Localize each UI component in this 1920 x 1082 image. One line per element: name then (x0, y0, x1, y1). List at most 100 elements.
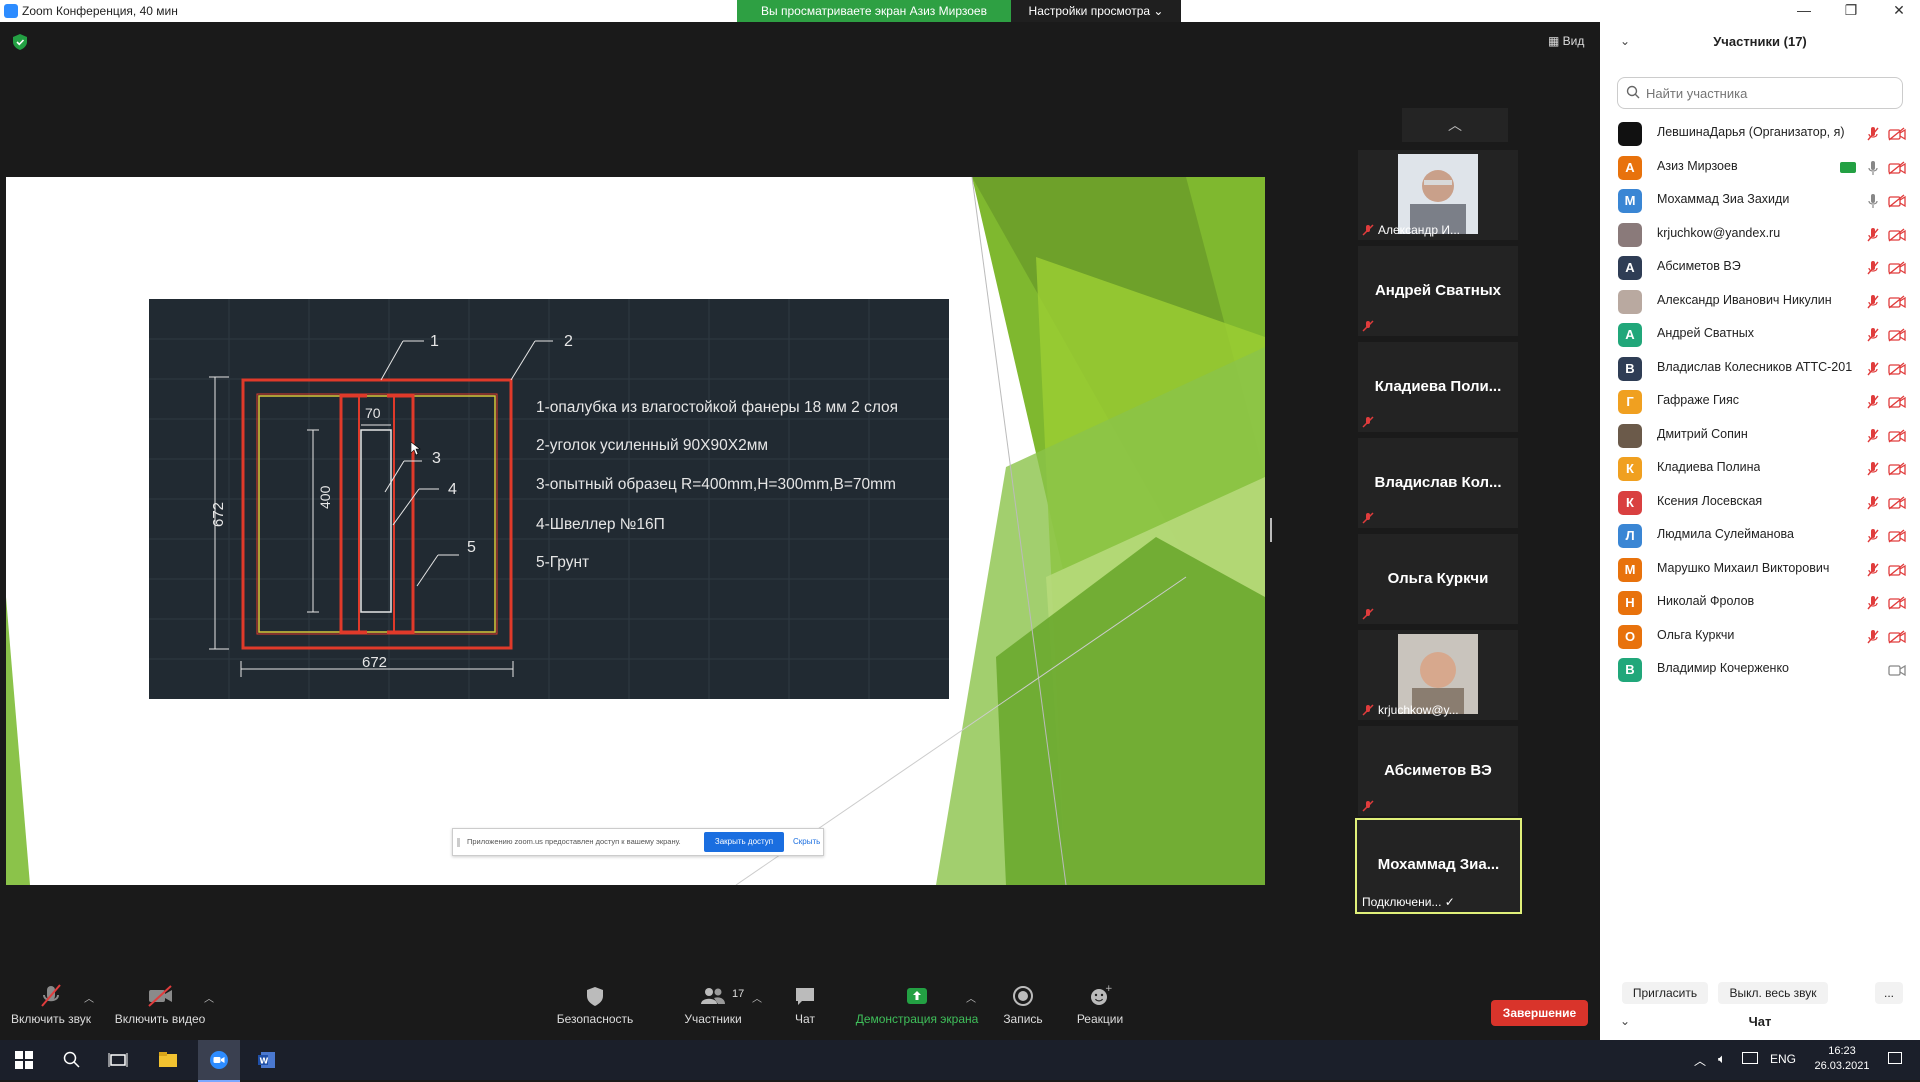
video-off-icon[interactable] (1888, 395, 1906, 409)
participant-thumbnail[interactable]: krjuchkow@y... (1358, 630, 1518, 720)
security-label: Безопасность (556, 1012, 634, 1026)
end-meeting-button[interactable]: Завершение (1491, 1000, 1588, 1026)
start-video-label: Включить видео (114, 1012, 206, 1026)
participant-thumbnail[interactable]: Александр И... (1358, 150, 1518, 240)
mic-muted-icon[interactable] (1866, 394, 1880, 410)
video-off-icon[interactable] (1888, 261, 1906, 275)
restore-icon[interactable]: ❐ (1841, 2, 1861, 19)
avatar: К (1618, 457, 1642, 481)
video-off-icon[interactable] (1888, 596, 1906, 610)
mic-muted-icon[interactable] (1866, 562, 1880, 578)
video-options-caret-icon[interactable]: ︿ (204, 990, 214, 1005)
notification-text: Приложению zoom.us предоставлен доступ к… (467, 837, 681, 846)
mic-muted-icon[interactable] (1866, 461, 1880, 477)
mic-muted-icon[interactable] (1866, 629, 1880, 645)
mic-muted-icon[interactable] (1866, 294, 1880, 310)
record-button[interactable]: Запись (998, 982, 1048, 1040)
video-icon[interactable] (1888, 663, 1906, 677)
speaker-icon[interactable]: 🔈︎ (1718, 1051, 1726, 1067)
video-off-icon[interactable] (1888, 428, 1906, 443)
video-off-icon[interactable] (1888, 562, 1906, 577)
mic-muted-icon[interactable] (1866, 528, 1880, 544)
video-off-icon[interactable] (1888, 328, 1906, 342)
reactions-button[interactable]: + Реакции (1075, 982, 1125, 1040)
participant-search[interactable] (1617, 77, 1903, 109)
participants-options-caret-icon[interactable]: ︿ (752, 990, 762, 1005)
chat-panel-title: Чат (1748, 1014, 1772, 1029)
language-indicator[interactable]: ENG (1770, 1052, 1796, 1066)
video-off-icon[interactable] (1888, 227, 1906, 242)
thumbnail-name: Андрей Сватных (1374, 282, 1502, 299)
mic-muted-icon[interactable] (1866, 428, 1880, 444)
participant-row[interactable]: В Владимир Кочерженко (1600, 649, 1920, 690)
participant-name: Владимир Кочерженко (1657, 661, 1790, 675)
video-off-icon[interactable] (1888, 629, 1906, 644)
notifications-icon[interactable] (1888, 1052, 1902, 1064)
thumbnails-scroll-up-button[interactable]: ︿ (1402, 108, 1508, 142)
video-off-icon[interactable] (1888, 495, 1906, 510)
close-icon[interactable]: ✕ (1889, 2, 1909, 19)
mute-all-button[interactable]: Выкл. весь звук (1718, 982, 1828, 1004)
avatar: Г (1618, 390, 1642, 414)
windows-start-icon[interactable] (14, 1050, 34, 1070)
video-feed (1398, 154, 1478, 234)
video-off-icon[interactable] (1888, 361, 1906, 376)
dim-label-5: 5 (467, 539, 476, 556)
dim-label-4: 4 (448, 481, 457, 498)
video-off-icon[interactable] (1888, 529, 1906, 543)
thumbnail-label: Александр И... (1378, 223, 1461, 237)
minimize-icon[interactable]: — (1794, 2, 1814, 18)
participant-thumbnail[interactable]: Владислав Кол... (1358, 438, 1518, 528)
word-app-icon[interactable]: W (257, 1050, 277, 1070)
mic-muted-icon[interactable] (1866, 495, 1880, 511)
more-options-button[interactable]: ... (1875, 982, 1903, 1004)
video-off-icon[interactable] (1888, 194, 1906, 208)
view-button[interactable]: ▦ Вид (1548, 34, 1584, 48)
participant-name: Ольга Куркчи (1657, 627, 1735, 642)
cad-drawing: 1 2 70 3 4 400 5 672 672 1-опалубка из в… (149, 299, 949, 699)
mic-muted-icon[interactable] (1866, 126, 1880, 142)
task-view-icon[interactable] (108, 1050, 128, 1070)
participants-button[interactable]: 17 Участники (668, 982, 758, 1040)
hide-notification-link[interactable]: Скрыть (793, 837, 820, 846)
mic-muted-icon[interactable] (1866, 227, 1880, 243)
security-button[interactable]: Безопасность (550, 982, 640, 1040)
unmute-button[interactable]: Включить звук (8, 982, 94, 1040)
video-off-icon[interactable] (1888, 294, 1906, 309)
mic-muted-icon[interactable] (1866, 327, 1880, 343)
view-options-button[interactable]: Настройки просмотра ⌄ (1011, 0, 1181, 22)
mic-muted-icon[interactable] (1866, 260, 1880, 276)
stop-access-button[interactable]: Закрыть доступ (704, 832, 784, 852)
participant-name: Абсиметов ВЭ (1657, 259, 1741, 273)
search-icon[interactable] (62, 1050, 82, 1070)
mic-icon[interactable] (1866, 160, 1880, 176)
video-off-icon[interactable] (1888, 462, 1906, 476)
network-icon[interactable] (1742, 1052, 1758, 1064)
invite-button[interactable]: Пригласить (1622, 982, 1708, 1004)
zoom-taskbar-button[interactable] (198, 1040, 240, 1082)
mic-icon[interactable] (1866, 193, 1880, 209)
participant-thumbnail[interactable]: Кладиева Поли... (1358, 342, 1518, 432)
start-video-button[interactable]: Включить видео (112, 982, 208, 1040)
participant-thumbnail[interactable]: Абсиметов ВЭ (1358, 726, 1518, 816)
encryption-shield-icon[interactable] (13, 34, 27, 50)
audio-options-caret-icon[interactable]: ︿ (84, 990, 94, 1005)
file-explorer-icon[interactable] (158, 1050, 178, 1070)
participant-thumbnail-active-speaker[interactable]: Мохаммад Зиа... Подключени... ✓ (1355, 818, 1522, 914)
drag-handle-icon[interactable] (457, 838, 460, 847)
share-screen-button[interactable]: Демонстрация экрана (852, 982, 982, 1040)
video-off-icon[interactable] (1888, 160, 1906, 175)
participant-thumbnail[interactable]: Ольга Куркчи (1358, 534, 1518, 624)
participant-name: Андрей Сватных (1657, 326, 1754, 340)
smiley-icon: + (1091, 984, 1113, 1005)
share-options-caret-icon[interactable]: ︿ (966, 990, 976, 1005)
tray-chevron-up-icon[interactable]: ︿ (1694, 1052, 1706, 1069)
video-off-icon[interactable] (1888, 127, 1906, 141)
participant-thumbnail[interactable]: Андрей Сватных (1358, 246, 1518, 336)
splitter-handle[interactable] (1270, 518, 1272, 542)
chat-button[interactable]: Чат (785, 982, 825, 1040)
mic-muted-icon[interactable] (1866, 361, 1880, 377)
mic-muted-icon[interactable] (1866, 595, 1880, 611)
clock[interactable]: 16:23 26.03.2021 (1812, 1044, 1872, 1074)
search-input[interactable] (1644, 82, 1898, 104)
